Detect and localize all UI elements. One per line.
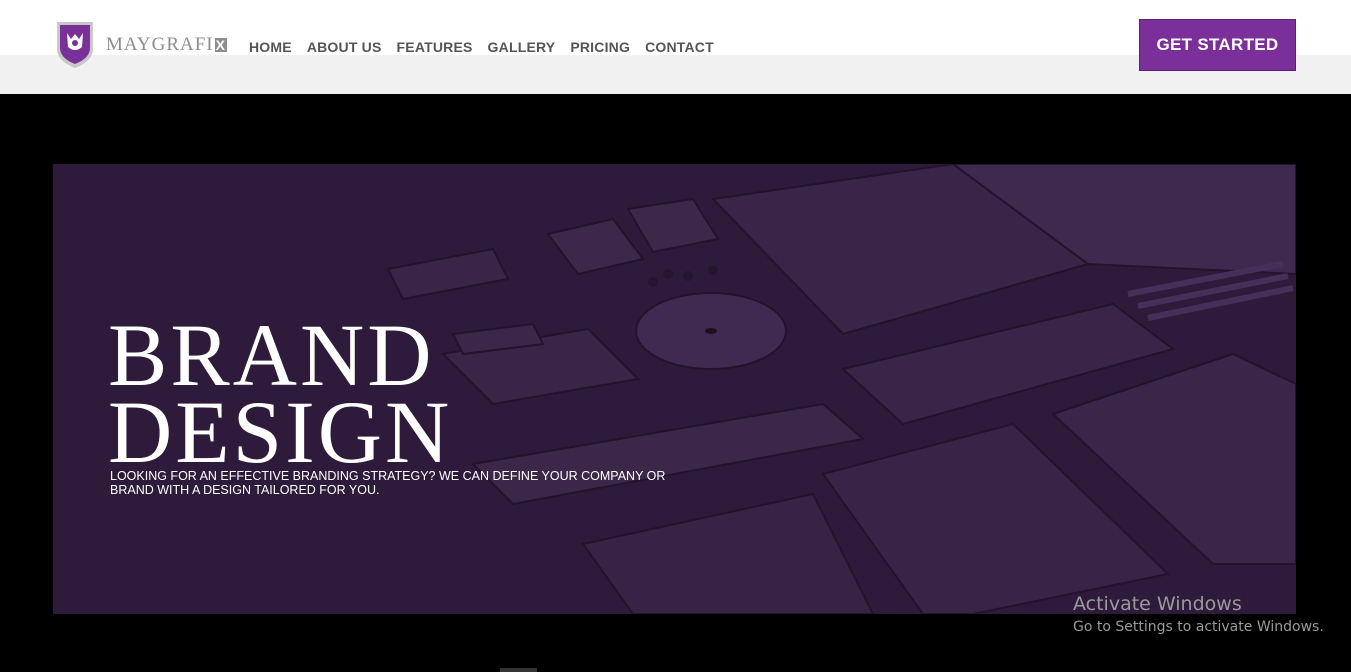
hero-description: LOOKING FOR AN EFFECTIVE BRANDING STRATE… [110,469,666,497]
nav-features[interactable]: FEATURES [397,39,473,55]
nav-contact[interactable]: CONTACT [645,39,714,55]
nav-home[interactable]: HOME [249,39,292,55]
hero-banner: BRAND DESIGN LOOKING FOR AN EFFECTIVE BR… [53,164,1296,614]
horizontal-scrollbar-thumb[interactable] [500,668,537,672]
nav-pricing[interactable]: PRICING [570,39,630,55]
activate-windows-subtitle: Go to Settings to activate Windows. [1073,619,1324,635]
shield-logo-icon [57,22,93,68]
logo-text: MAYGRAFI X [106,33,227,55]
main-nav: HOME ABOUT US FEATURES GALLERY PRICING C… [249,39,714,55]
nav-gallery[interactable]: GALLERY [488,39,556,55]
get-started-button[interactable]: GET STARTED [1139,19,1296,71]
site-logo[interactable]: MAYGRAFI X [54,19,227,69]
nav-about-us[interactable]: ABOUT US [307,39,382,55]
hero-title-line2: DESIGN [108,384,453,482]
activate-windows-title: Activate Windows [1073,593,1242,615]
